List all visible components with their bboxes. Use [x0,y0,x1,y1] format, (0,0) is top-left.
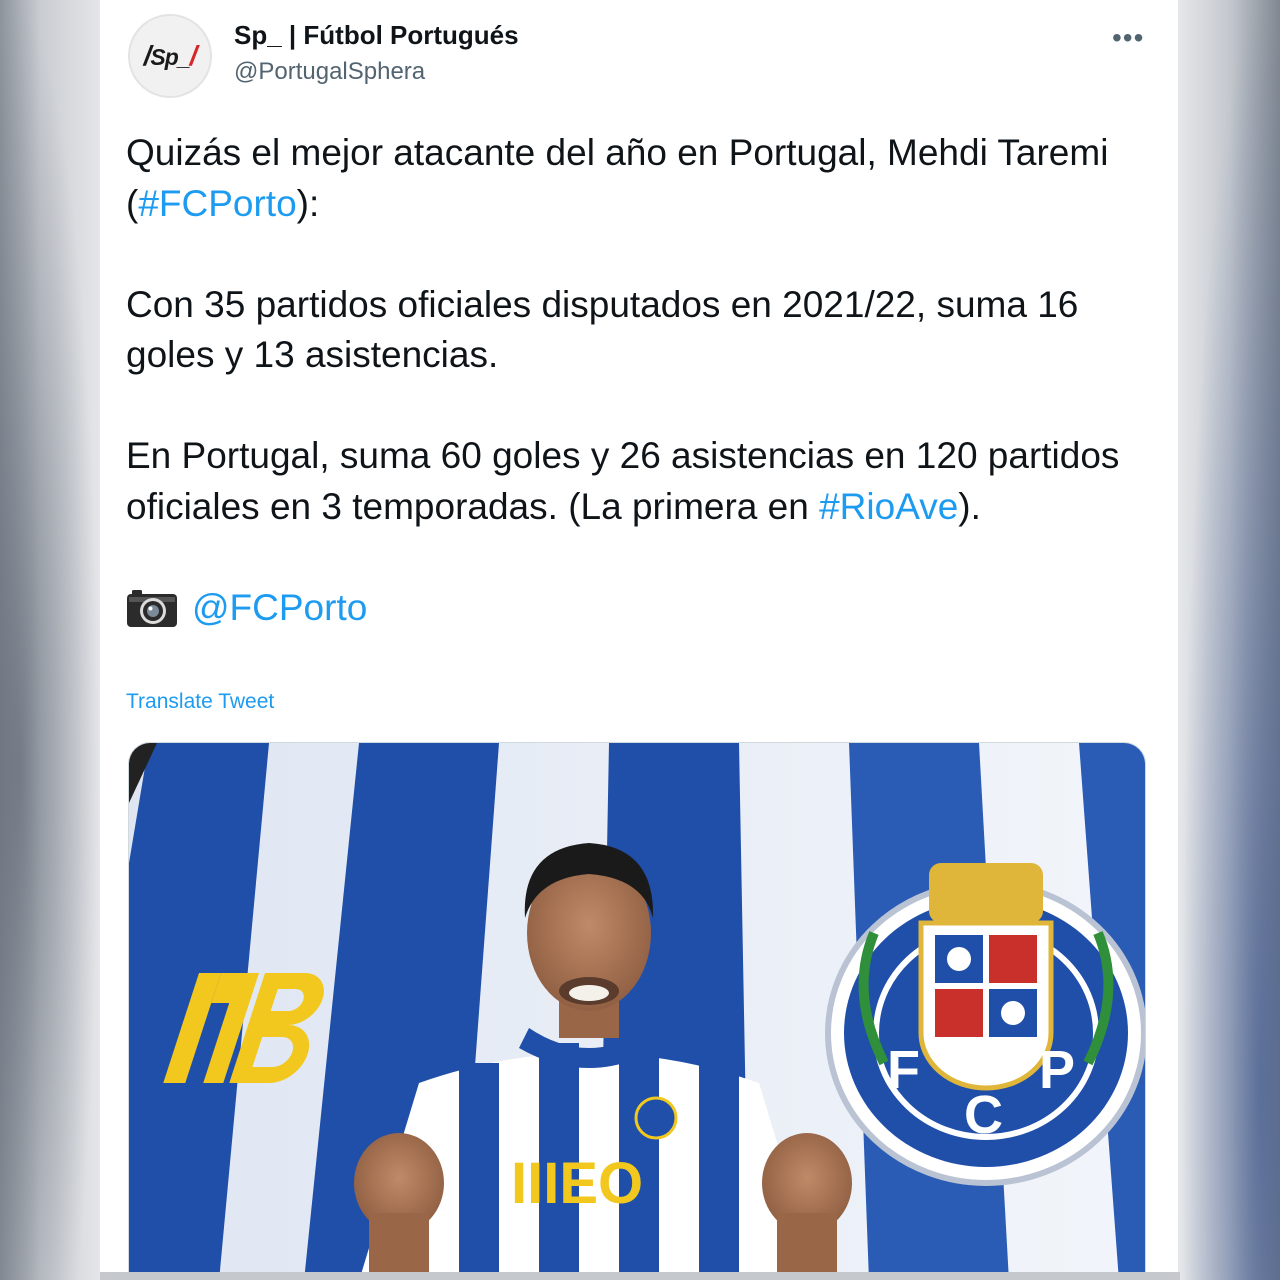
background-blur-right [1180,0,1280,1280]
tweet-paragraph-2: Con 35 partidos oficiales disputados en … [126,283,1079,376]
more-options-icon[interactable]: ••• [1112,22,1144,54]
tweet-paragraph-1: Quizás el mejor atacante del año en Port… [126,132,1109,224]
crest-letter-p: P [1039,1040,1075,1100]
background-blur-left [0,0,100,1280]
player-photo: F C P IIIEO [129,743,1145,1279]
hashtag-rioave[interactable]: #RioAve [819,486,958,527]
camera-icon [127,589,177,627]
crest-letter-f: F [887,1040,920,1100]
hashtag-fcporto[interactable]: #FCPorto [138,183,296,224]
bottom-divider [100,1272,1180,1280]
tweet-text: Quizás el mejor atacante del año en Port… [126,128,1126,684]
tweet-photo[interactable]: F C P IIIEO [128,742,1146,1280]
mention-fcporto[interactable]: @FCPorto [192,583,367,634]
tweet-paragraph-3: En Portugal, suma 60 goles y 26 asistenc… [126,435,1120,527]
shirt-sponsor: IIIEO [511,1151,643,1216]
photo-credit: @FCPorto [126,583,1126,634]
author-handle[interactable]: @PortugalSphera [234,58,425,86]
translate-tweet-link[interactable]: Translate Tweet [126,690,274,714]
avatar[interactable]: /Sp_/ [128,14,212,98]
author-display-name[interactable]: Sp_ | Fútbol Portugués [234,20,519,51]
avatar-logo: /Sp_/ [143,40,198,71]
tweet-card: /Sp_/ Sp_ | Fútbol Portugués @PortugalSp… [100,0,1178,1280]
crest-letter-c: C [964,1085,1003,1145]
